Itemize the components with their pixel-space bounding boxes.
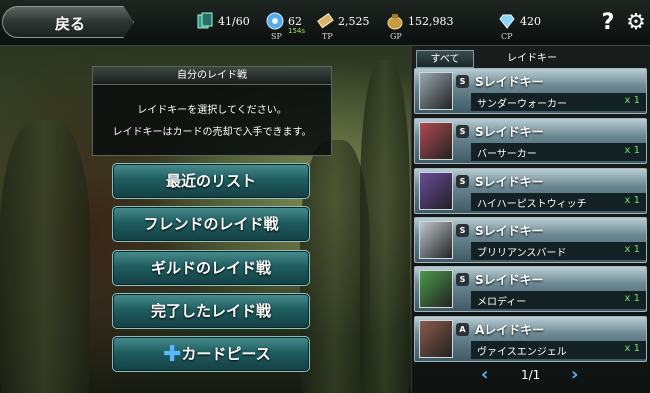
raid-key-item[interactable]: A Aレイドキーヴァイスエンジェル x 1 <box>414 316 647 362</box>
raid-key-item[interactable]: S Sレイドキー バーサーカー x 1 <box>414 118 647 164</box>
key-name: Sレイドキー <box>475 125 544 139</box>
friend-raid-button[interactable]: フレンドのレイド戦 <box>112 206 310 242</box>
stat-label: TP <box>322 32 333 41</box>
card-strip: メロディー x 1 <box>471 291 646 309</box>
quantity: x 1 <box>624 343 640 354</box>
rank-badge: S <box>456 125 469 138</box>
button-label: ギルドのレイド戦 <box>150 259 271 277</box>
info-line: レイドキーはカードの売却で入手できます。 <box>112 127 312 138</box>
game-screen: 戻る 41/60 62 154s SP 2,525 TP 152,983 GP … <box>0 0 650 393</box>
button-label: 完了したレイド戦 <box>150 302 271 320</box>
stat-timer: 154s <box>288 27 306 35</box>
card-thumbnail <box>419 72 453 110</box>
info-box: 自分のレイド戦 レイドキーを選択してください。 レイドキーはカードの売却で入手で… <box>92 66 332 156</box>
chevron-right-icon[interactable]: › <box>571 364 578 385</box>
recent-list-button[interactable]: 最近のリスト <box>112 163 310 199</box>
card-name: サンダーウォーカー <box>477 99 567 110</box>
stat-value: 420 <box>520 15 541 28</box>
scroll-icon <box>316 12 334 30</box>
guild-raid-button[interactable]: ギルドのレイド戦 <box>112 250 310 286</box>
card-pieces-button[interactable]: ✚ カードピース <box>112 336 310 372</box>
quantity: x 1 <box>624 95 640 106</box>
help-icon[interactable]: ? <box>598 10 618 36</box>
stat-value: 152,983 <box>408 15 454 28</box>
key-name: Sレイドキー <box>475 75 544 89</box>
quantity: x 1 <box>624 195 640 206</box>
pager: ‹ 1/1 › <box>411 364 650 392</box>
key-name: Sレイドキー <box>475 273 544 287</box>
gear-icon[interactable]: ⚙ <box>625 10 647 36</box>
card-strip: サンダーウォーカー x 1 <box>471 93 646 111</box>
background-tree <box>360 60 410 393</box>
card-thumbnail <box>419 270 453 308</box>
card-name: バーサーカー <box>477 149 537 160</box>
card-thumbnail <box>419 221 453 259</box>
rank-badge: S <box>456 175 469 188</box>
button-label: フレンドのレイド戦 <box>143 215 279 233</box>
quantity: x 1 <box>624 145 640 156</box>
cards-icon <box>196 12 214 30</box>
stat-label: SP <box>271 32 282 41</box>
card-strip: ハイハーピストウィッチ x 1 <box>471 193 646 211</box>
card-name: ヴァイスエンジェル <box>477 347 567 358</box>
key-name: Sレイドキー <box>475 224 544 238</box>
rank-badge: S <box>456 273 469 286</box>
back-button[interactable]: 戻る <box>2 6 134 38</box>
quantity: x 1 <box>624 293 640 304</box>
card-name: ハイハーピストウィッチ <box>477 199 587 210</box>
card-strip: ブリリアンスバード x 1 <box>471 242 646 260</box>
card-name: メロディー <box>477 297 527 308</box>
card-thumbnail <box>419 172 453 210</box>
top-bar: 戻る 41/60 62 154s SP 2,525 TP 152,983 GP … <box>0 0 650 46</box>
key-name: Sレイドキー <box>475 175 544 189</box>
raid-key-item[interactable]: S Sレイドキーブリリアンスバード x 1 <box>414 217 647 263</box>
back-label: 戻る <box>55 15 86 33</box>
card-thumbnail <box>419 122 453 160</box>
background-tree <box>0 120 90 393</box>
diamond-icon <box>498 12 516 30</box>
tab-raid-key[interactable]: レイドキー <box>482 50 582 68</box>
rank-badge: A <box>456 323 469 336</box>
finished-raid-button[interactable]: 完了したレイド戦 <box>112 293 310 329</box>
card-strip: ヴァイスエンジェル x 1 <box>471 341 646 359</box>
button-label: 最近のリスト <box>165 172 256 190</box>
tab-all[interactable]: すべて <box>416 50 474 68</box>
page-indicator: 1/1 <box>521 368 541 382</box>
info-title: 自分のレイド戦 <box>93 67 331 85</box>
rank-badge: S <box>456 75 469 88</box>
stat-value: 2,525 <box>338 15 370 28</box>
money-bag-icon <box>386 12 404 30</box>
rank-badge: S <box>456 224 469 237</box>
sp-orb-icon <box>266 12 284 30</box>
stat-label: CP <box>501 32 513 41</box>
button-label: カードピース <box>181 345 271 363</box>
raid-key-item[interactable]: S Sレイドキー メロディー x 1 <box>414 266 647 312</box>
stat-value: 41/60 <box>218 15 250 28</box>
card-thumbnail <box>419 320 453 358</box>
chevron-left-icon[interactable]: ‹ <box>481 364 488 385</box>
key-name: Aレイドキー <box>475 323 545 337</box>
card-name: ブリリアンスバード <box>477 248 567 259</box>
card-strip: バーサーカー x 1 <box>471 143 646 161</box>
raid-key-item[interactable]: S Sレイドキーハイハーピストウィッチ x 1 <box>414 168 647 214</box>
stat-label: GP <box>390 32 402 41</box>
quantity: x 1 <box>624 244 640 255</box>
info-line: レイドキーを選択してください。 <box>137 105 287 116</box>
raid-key-item[interactable]: S Sレイドキーサンダーウォーカー x 1 <box>414 68 647 114</box>
